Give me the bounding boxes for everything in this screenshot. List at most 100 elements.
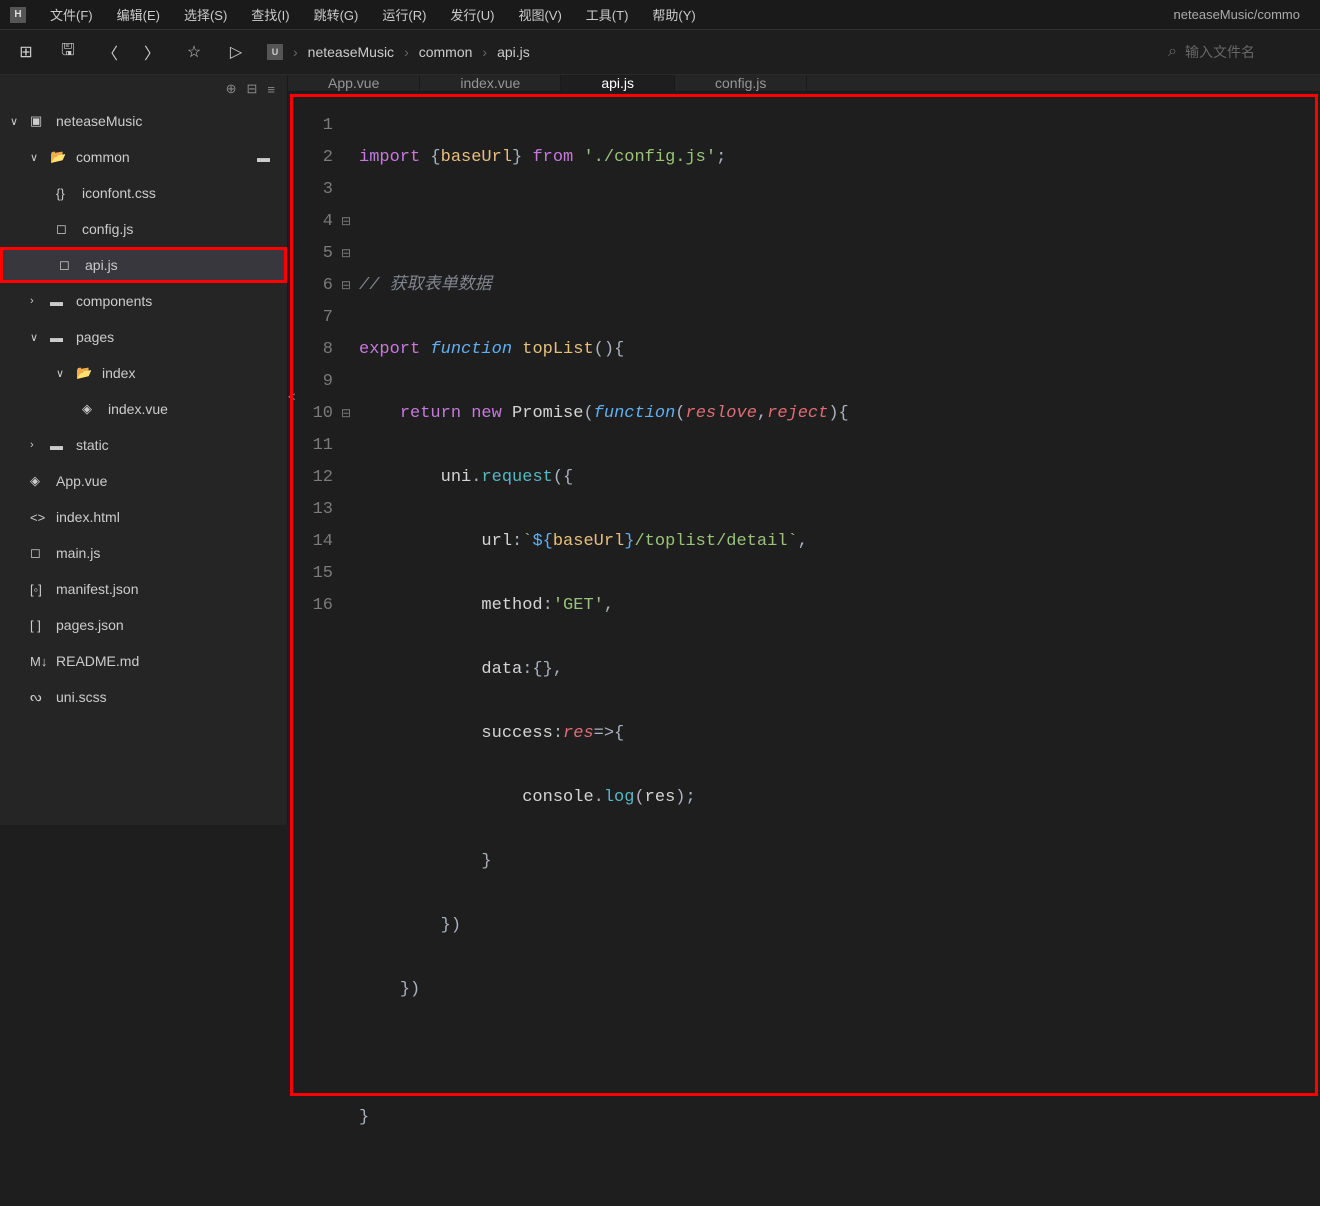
line-gutter: 1234 5678 9101112 13141516 — [296, 110, 341, 1198]
chevron-right-icon: › — [30, 439, 42, 451]
menu-goto[interactable]: 跳转(G) — [302, 5, 371, 24]
search-input[interactable] — [1185, 44, 1305, 60]
js-file-icon: ◻ — [30, 545, 48, 561]
md-file-icon: M↓ — [30, 654, 48, 669]
menu-select[interactable]: 选择(S) — [172, 5, 239, 24]
scss-file-icon: ᔓ — [30, 689, 48, 705]
tree-item-label: pages — [76, 329, 114, 345]
project-icon: ▣ — [30, 113, 48, 129]
tree-folder-common[interactable]: ∨ 📂 common ▬ — [0, 139, 287, 175]
new-icon[interactable]: ⊕ — [226, 81, 237, 97]
forward-icon[interactable]: 〉 — [141, 41, 163, 63]
menu-tools[interactable]: 工具(T) — [574, 5, 641, 24]
tree-file-manifest[interactable]: [◦] manifest.json — [0, 571, 287, 607]
html-file-icon: <> — [30, 510, 48, 525]
tree-item-label: App.vue — [56, 473, 107, 489]
tree-item-label: common — [76, 149, 130, 165]
tree-item-label: main.js — [56, 545, 100, 561]
project-icon: U — [267, 44, 283, 60]
tree-file-api[interactable]: ◻ api.js — [0, 247, 287, 283]
breadcrumb-sep-icon: › — [482, 44, 487, 60]
folder-icon: ▬ — [257, 150, 275, 165]
more-icon[interactable]: ≡ — [267, 82, 275, 97]
breadcrumb: U › neteaseMusic › common › api.js — [267, 44, 530, 60]
tree-folder-index[interactable]: ∨ 📂 index — [0, 355, 287, 391]
chevron-down-icon: ∨ — [30, 151, 42, 164]
tab-configjs[interactable]: config.js — [675, 75, 807, 91]
breadcrumb-sep-icon: › — [404, 44, 409, 60]
chevron-down-icon: ∨ — [56, 367, 68, 380]
tree-item-label: uni.scss — [56, 689, 107, 705]
folder-icon: ▬ — [50, 438, 68, 453]
tree-file-appvue[interactable]: ◈ App.vue — [0, 463, 287, 499]
tree-folder-pages[interactable]: ∨ ▬ pages — [0, 319, 287, 355]
sidebar: ⊕ ⊟ ≡ ∨ ▣ neteaseMusic ∨ 📂 common ▬ {} i… — [0, 75, 288, 825]
file-search: ⌕ — [1168, 43, 1305, 61]
tree-folder-components[interactable]: › ▬ components — [0, 283, 287, 319]
menu-run[interactable]: 运行(R) — [370, 5, 438, 24]
menu-bar: H 文件(F) 编辑(E) 选择(S) 查找(I) 跳转(G) 运行(R) 发行… — [0, 0, 1320, 30]
chevron-right-icon: › — [30, 295, 42, 307]
tree-item-label: manifest.json — [56, 581, 138, 597]
breadcrumb-segment[interactable]: neteaseMusic — [308, 44, 394, 60]
tree-file-readme[interactable]: M↓ README.md — [0, 643, 287, 679]
tree-project-root[interactable]: ∨ ▣ neteaseMusic — [0, 103, 287, 139]
search-icon[interactable]: ⌕ — [1168, 43, 1177, 61]
json-file-icon: [◦] — [30, 582, 48, 597]
chevron-down-icon: ∨ — [30, 331, 42, 344]
tree-item-label: config.js — [82, 221, 133, 237]
tree-file-uniscss[interactable]: ᔓ uni.scss — [0, 679, 287, 715]
sidebar-actions: ⊕ ⊟ ≡ — [0, 75, 287, 103]
tree-item-label: components — [76, 293, 152, 309]
menu-file[interactable]: 文件(F) — [38, 5, 105, 24]
folder-open-icon: 📂 — [76, 365, 94, 381]
back-icon[interactable]: 〈 — [99, 41, 121, 63]
tree-item-label: index — [102, 365, 135, 381]
code-editor[interactable]: 1234 5678 9101112 13141516 ⊟⊟⊟ ⊟ import … — [296, 100, 1312, 1198]
js-file-icon: ◻ — [59, 257, 77, 273]
code-content[interactable]: import {baseUrl} from './config.js'; // … — [359, 110, 1312, 1198]
tab-appvue[interactable]: App.vue — [288, 75, 420, 91]
menu-help[interactable]: 帮助(Y) — [640, 5, 707, 24]
tree-item-label: index.html — [56, 509, 120, 525]
tree-item-label: pages.json — [56, 617, 124, 633]
menu-find[interactable]: 查找(I) — [239, 5, 301, 24]
tree-file-config[interactable]: ◻ config.js — [0, 211, 287, 247]
editor-area: App.vue index.vue api.js config.js 1234 … — [288, 75, 1320, 825]
file-tree: ∨ ▣ neteaseMusic ∨ 📂 common ▬ {} iconfon… — [0, 103, 287, 825]
tree-file-pagesjson[interactable]: [ ] pages.json — [0, 607, 287, 643]
star-icon[interactable]: ☆ — [183, 41, 205, 63]
folder-icon: ▬ — [50, 294, 68, 309]
menu-edit[interactable]: 编辑(E) — [105, 5, 172, 24]
breadcrumb-segment[interactable]: api.js — [497, 44, 530, 60]
tree-item-label: neteaseMusic — [56, 113, 142, 129]
tree-file-indexvue[interactable]: ◈ index.vue — [0, 391, 287, 427]
editor-tabs: App.vue index.vue api.js config.js — [288, 75, 1320, 92]
menu-publish[interactable]: 发行(U) — [438, 5, 506, 24]
fold-gutter[interactable]: ⊟⊟⊟ ⊟ — [341, 110, 359, 1198]
tree-file-indexhtml[interactable]: <> index.html — [0, 499, 287, 535]
menu-view[interactable]: 视图(V) — [506, 5, 573, 24]
folder-icon: ▬ — [50, 330, 68, 345]
window-title: neteaseMusic/commo — [1174, 7, 1310, 22]
tree-item-label: api.js — [85, 257, 118, 273]
folder-open-icon: 📂 — [50, 149, 68, 165]
tree-item-label: index.vue — [108, 401, 168, 417]
breadcrumb-segment[interactable]: common — [419, 44, 473, 60]
collapse-all-icon[interactable]: ⊟ — [247, 81, 258, 97]
breadcrumb-sep-icon: › — [293, 44, 298, 60]
toolbar: ⊞ 🖫 〈 〉 ☆ ▷ U › neteaseMusic › common › … — [0, 30, 1320, 75]
json-file-icon: [ ] — [30, 618, 48, 633]
tree-item-label: static — [76, 437, 109, 453]
tab-apijs[interactable]: api.js — [561, 75, 675, 91]
play-icon[interactable]: ▷ — [225, 41, 247, 63]
tree-item-label: iconfont.css — [82, 185, 156, 201]
save-icon[interactable]: 🖫 — [57, 41, 79, 63]
tree-file-iconfont[interactable]: {} iconfont.css — [0, 175, 287, 211]
vue-file-icon: ◈ — [30, 473, 48, 489]
new-file-icon[interactable]: ⊞ — [15, 41, 37, 63]
tree-file-mainjs[interactable]: ◻ main.js — [0, 535, 287, 571]
tree-folder-static[interactable]: › ▬ static — [0, 427, 287, 463]
vue-file-icon: ◈ — [82, 401, 100, 417]
tab-indexvue[interactable]: index.vue — [420, 75, 561, 91]
